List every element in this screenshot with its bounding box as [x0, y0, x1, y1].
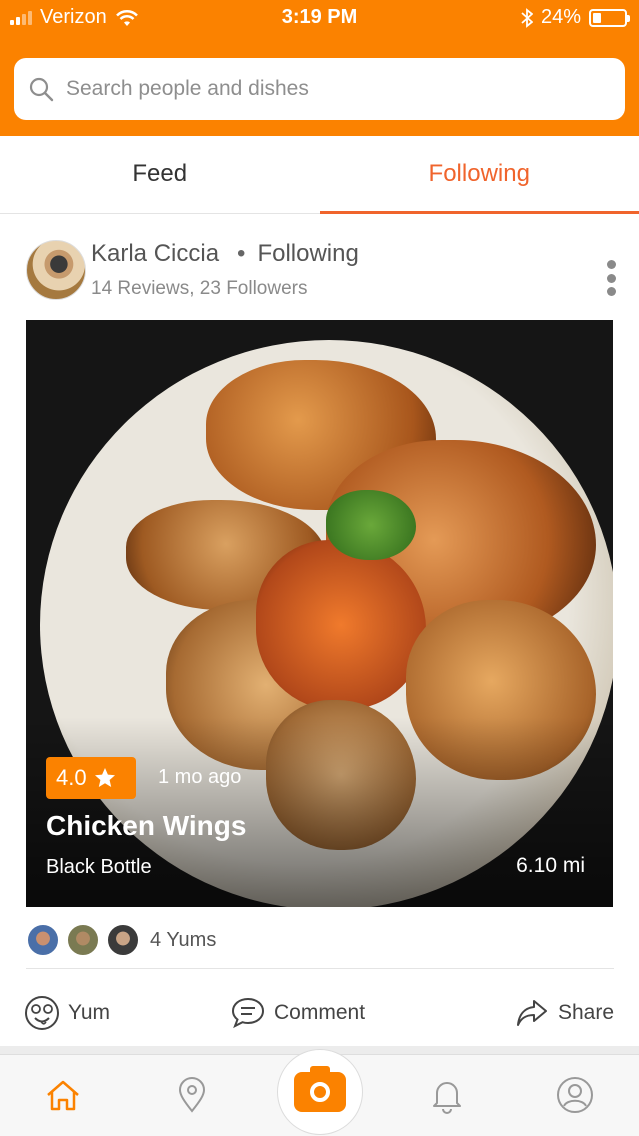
home-icon[interactable] [43, 1075, 83, 1115]
tab-following[interactable]: Following [319, 136, 639, 214]
user-followers: 23 Followers [199, 278, 308, 299]
share-button[interactable]: Share [514, 986, 614, 1040]
post-header: Karla Ciccia • Following 14 Reviews, 23 Fo… [26, 240, 616, 302]
search-bar[interactable] [14, 58, 625, 120]
user-reviews: 14 Reviews, [91, 278, 195, 299]
yum-face-icon [25, 996, 59, 1030]
yums-count: 4 Yums [150, 928, 217, 951]
camera-button[interactable] [277, 1049, 363, 1135]
follow-status[interactable]: Following [257, 240, 358, 267]
battery-level [593, 12, 602, 23]
dish-photo[interactable]: 4.0 1 mo ago Chicken Wings Black Bottle … [26, 320, 613, 907]
more-options-icon[interactable] [606, 260, 616, 296]
post-actions: Yum Comment Share [0, 986, 639, 1040]
share-label: Share [558, 1001, 615, 1024]
share-icon [517, 1000, 547, 1026]
avatar [106, 923, 140, 957]
dish-name[interactable]: Chicken Wings [46, 810, 246, 842]
restaurant-name[interactable]: Black Bottle [46, 856, 152, 879]
battery-percent: 24% [540, 6, 581, 28]
rating-badge: 4.0 [46, 757, 136, 799]
post-user: Karla Ciccia • Following [91, 240, 359, 268]
rating-value: 4.0 [56, 765, 87, 790]
tab-feed[interactable]: Feed [0, 136, 320, 213]
divider [26, 968, 614, 969]
yum-button[interactable]: Yum [24, 986, 110, 1040]
comment-label: Comment [274, 1001, 366, 1024]
star-icon [94, 768, 115, 787]
app-header: Verizon 3:19 PM 24% [0, 0, 639, 136]
separator-dot: • [237, 240, 246, 267]
yums-row[interactable]: 4 Yums [26, 922, 216, 958]
bell-icon[interactable] [427, 1075, 467, 1115]
camera-icon [294, 1066, 346, 1112]
user-name[interactable]: Karla Ciccia [91, 240, 219, 267]
status-right: 24% [521, 6, 630, 29]
garnish [326, 490, 416, 560]
distance: 6.10 mi [516, 854, 585, 877]
search-icon [29, 77, 54, 102]
avatar [66, 923, 100, 957]
battery-icon [589, 8, 630, 27]
post-time: 1 mo ago [158, 766, 242, 788]
feed-tabs: Feed Following [0, 136, 639, 214]
avatar[interactable] [26, 240, 86, 300]
bottom-nav [0, 1049, 639, 1136]
user-stats: 14 Reviews, 23 Followers [91, 278, 308, 300]
location-pin-icon[interactable] [172, 1075, 212, 1115]
bluetooth-icon [521, 7, 533, 28]
yum-label: Yum [68, 1001, 111, 1024]
comment-icon [231, 997, 265, 1029]
status-bar: Verizon 3:19 PM 24% [0, 0, 639, 36]
avatar [26, 923, 60, 957]
comment-button[interactable]: Comment [230, 986, 365, 1040]
search-input[interactable] [66, 77, 586, 101]
profile-icon[interactable] [555, 1075, 595, 1115]
